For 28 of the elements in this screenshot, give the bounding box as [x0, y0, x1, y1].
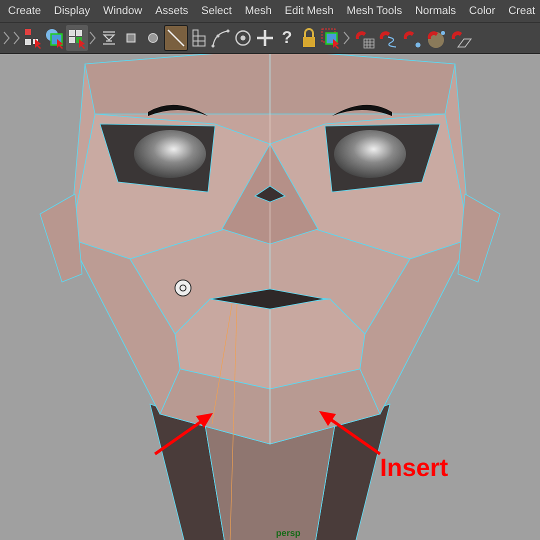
menu-item[interactable]: Assets	[155, 5, 188, 17]
menu-item[interactable]: Window	[103, 5, 142, 17]
arrow	[154, 413, 213, 456]
menu-item[interactable]: Select	[201, 5, 232, 17]
tool-button[interactable]	[164, 25, 188, 51]
component-select-icon	[66, 27, 88, 49]
arrow	[319, 411, 381, 456]
nostril	[254, 186, 286, 202]
plus-icon	[254, 27, 276, 49]
menu-item[interactable]: Mesh Tools	[346, 5, 402, 17]
hierarchy-icon	[22, 27, 44, 49]
eyebrow	[332, 104, 392, 116]
menu-item[interactable]: Edit Mesh	[284, 5, 334, 17]
annotation-label: Insert	[380, 454, 448, 483]
menu-item[interactable]: Normals	[415, 5, 456, 17]
menu-item[interactable]: Create	[8, 5, 42, 17]
help-button[interactable]: ?	[276, 25, 298, 51]
menu-item[interactable]: Display	[54, 5, 90, 17]
menu-item[interactable]: Mesh	[244, 5, 272, 17]
object-select-icon	[44, 27, 66, 49]
menu-item[interactable]: Color	[469, 5, 496, 17]
marquee-select-icon	[320, 27, 342, 49]
menu-item[interactable]: Creat	[508, 5, 536, 17]
camera-label: persp	[276, 528, 301, 538]
rotate-cursor-icon	[174, 280, 192, 296]
edge-icon	[165, 27, 187, 49]
curve-icon	[210, 27, 232, 49]
eyebrow	[148, 104, 208, 116]
